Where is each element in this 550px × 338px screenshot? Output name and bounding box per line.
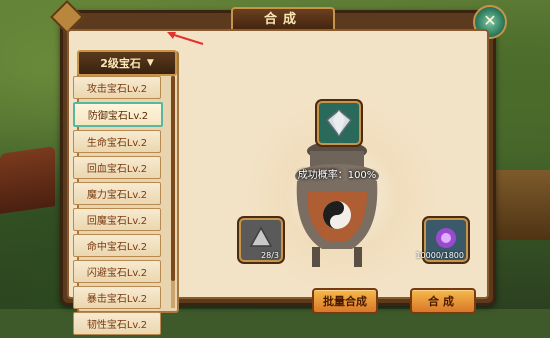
material-count: 28/3 (261, 251, 279, 260)
list-scrollbar[interactable] (171, 76, 175, 308)
dropdown-label: 2级宝石 (100, 57, 141, 70)
list-item[interactable]: 回魔宝石Lv.2 (73, 208, 161, 231)
synthesis-area: 成功概率：100% 28/3 10000/1800 批量合成 合成 (187, 51, 487, 314)
background-building (490, 170, 550, 240)
synthesize-button[interactable]: 合成 (410, 288, 476, 314)
scrollbar-thumb[interactable] (171, 76, 175, 281)
list-item[interactable]: 回血宝石Lv.2 (73, 156, 161, 179)
batch-synthesize-button[interactable]: 批量合成 (312, 288, 378, 314)
list-item[interactable]: 生命宝石Lv.2 (73, 130, 161, 153)
list-item[interactable]: 暴击宝石Lv.2 (73, 286, 161, 309)
list-item-selected[interactable]: 防御宝石Lv.2 (73, 102, 163, 127)
currency-slot[interactable]: 10000/1800 (415, 218, 468, 262)
triangle-down-icon: ▼ (146, 58, 154, 68)
target-gem-slot[interactable] (317, 101, 361, 145)
defense-gem-icon (325, 109, 353, 138)
list-item[interactable]: 韧性宝石Lv.2 (73, 312, 161, 335)
list-item[interactable]: 魔力宝石Lv.2 (73, 182, 161, 205)
gem-level-dropdown[interactable]: 2级宝石 ▼ (77, 50, 177, 76)
annotation-arrow-icon (167, 32, 204, 45)
background-roof (0, 146, 55, 214)
furnace-icon (295, 141, 379, 267)
list-item[interactable]: 闪避宝石Lv.2 (73, 260, 161, 283)
gem-list: 攻击宝石Lv.2 防御宝石Lv.2 生命宝石Lv.2 回血宝石Lv.2 魔力宝石… (73, 76, 163, 338)
list-item[interactable]: 命中宝石Lv.2 (73, 234, 161, 257)
success-rate-text: 成功概率：100% (297, 170, 377, 181)
list-item[interactable]: 攻击宝石Lv.2 (73, 76, 161, 99)
material-slot[interactable]: 28/3 (239, 218, 283, 262)
currency-count: 10000/1800 (415, 251, 464, 260)
window-body: 2级宝石 ▼ 攻击宝石Lv.2 防御宝石Lv.2 生命宝石Lv.2 回血宝石Lv… (67, 29, 489, 335)
synthesis-window: 合成 ✕ 2级宝石 ▼ 攻击宝石Lv.2 防御宝石Lv.2 生命宝石Lv.2 回… (50, 0, 507, 335)
